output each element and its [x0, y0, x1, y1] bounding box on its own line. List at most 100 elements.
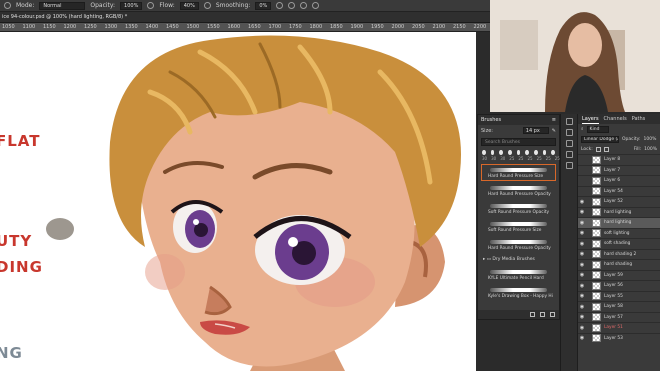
brush-stroke-preview	[490, 288, 547, 292]
pressure-size-icon[interactable]	[300, 2, 308, 9]
layer-name: Layer 56	[604, 283, 623, 289]
layer-row[interactable]: ◉ Layer 58	[578, 301, 660, 312]
brushes-panel-header[interactable]: Brushes ≡	[478, 115, 559, 125]
new-brush-icon[interactable]	[540, 312, 545, 317]
eye-icon[interactable]: ◉	[578, 241, 586, 247]
angle-icon[interactable]	[288, 2, 296, 9]
eye-icon[interactable]: ◉	[578, 199, 586, 205]
preset-size: 30	[491, 156, 497, 161]
brush-preset-dot[interactable]	[499, 150, 504, 155]
panel-menu-icon[interactable]: ≡	[552, 115, 556, 125]
eye-icon[interactable]: ◉	[578, 335, 586, 341]
layer-row[interactable]: ◉ hard lighting	[578, 206, 660, 218]
gear-icon[interactable]	[276, 2, 284, 9]
history-icon[interactable]	[565, 118, 573, 125]
ruler-tick-label: 1500	[186, 24, 200, 30]
eye-icon[interactable]: ◉	[578, 293, 586, 299]
layer-row[interactable]: ◉ Layer 53	[578, 332, 660, 344]
brush-settings-icon[interactable]: ✎	[552, 128, 556, 134]
tab-paths[interactable]: Paths	[632, 114, 646, 124]
lock-position-icon[interactable]	[603, 146, 609, 152]
brush-preset-dot[interactable]	[534, 150, 538, 155]
layer-row[interactable]: ◉ hard shading	[578, 259, 660, 270]
eye-icon[interactable]: ◉	[578, 251, 586, 257]
layers-panel: Layers Channels Paths ⌕ Kind Linear Dodg…	[577, 114, 660, 371]
layer-row[interactable]: ◉ Layer 52	[578, 196, 660, 207]
eye-icon[interactable]: ◉	[578, 304, 586, 310]
document-tab[interactable]: ice 94-colour.psd @ 100% (hard lighting,…	[0, 12, 490, 23]
layer-row[interactable]: ◉ Layer 59	[578, 269, 660, 281]
brush-item-label: Soft Round Pressure Size	[488, 228, 542, 233]
swatches-icon[interactable]	[565, 151, 573, 158]
tab-channels[interactable]: Channels	[604, 114, 627, 124]
brush-item-selected[interactable]: Hard Round Pressure Size	[481, 164, 556, 181]
airbrush-icon[interactable]	[203, 2, 211, 9]
ruler-tick-label: 1950	[371, 24, 384, 30]
layer-row[interactable]: Layer 8	[578, 154, 660, 165]
layer-thumbnail	[592, 176, 601, 185]
layer-row[interactable]: ◉ Layer 56	[578, 280, 660, 291]
layer-row[interactable]: ◉ hard shading 2	[578, 248, 660, 260]
adjustments-icon[interactable]	[565, 140, 573, 147]
lock-pixels-icon[interactable]	[595, 146, 601, 152]
layer-thumbnail	[592, 271, 601, 280]
pressure-opacity-icon[interactable]	[147, 2, 155, 9]
eye-icon[interactable]: ◉	[578, 325, 586, 331]
mode-select[interactable]: Normal	[39, 1, 86, 10]
opacity-label: Opacity:	[90, 2, 116, 9]
smoothing-label: Smoothing:	[215, 2, 251, 9]
layer-row[interactable]: ◉ Layer 55	[578, 290, 660, 302]
eye-icon[interactable]: ◉	[578, 209, 586, 215]
eye-icon[interactable]: ◉	[578, 230, 586, 236]
brush-stroke-preview	[490, 204, 547, 208]
layer-list: Layer 8 Layer 7 Layer 6 Layer 54 ◉ Layer 52 ◉ h…	[578, 154, 660, 343]
opacity-field[interactable]: 100%	[120, 1, 143, 10]
canvas-area[interactable]: FLAT UTY DING NG	[0, 32, 476, 371]
layer-row[interactable]: Layer 7	[578, 164, 660, 176]
tab-layers[interactable]: Layers	[582, 114, 599, 124]
fill-value[interactable]: 100%	[644, 147, 657, 152]
brush-item[interactable]: Hard Round Pressure Opacity	[481, 182, 556, 199]
brush-preset-dot[interactable]	[482, 150, 486, 155]
ruler-tick-label: 1100	[22, 24, 36, 30]
brush-search-input[interactable]: Search Brushes	[481, 138, 556, 146]
canvas-note-lighting: NG	[0, 344, 23, 362]
brush-tool-icon[interactable]	[4, 2, 11, 9]
preset-size: 30	[482, 156, 488, 161]
new-group-icon[interactable]	[530, 312, 535, 317]
smoothing-field[interactable]: 0%	[255, 1, 272, 10]
brushes-panel-title: Brushes	[481, 117, 502, 123]
brush-item[interactable]: Hard Round Pressure Opacity	[481, 236, 556, 253]
eye-icon[interactable]: ◉	[578, 262, 586, 268]
blend-mode-select[interactable]: Linear Dodge (Add)	[581, 135, 619, 143]
layer-row[interactable]: Layer 54	[578, 185, 660, 197]
eye-icon[interactable]: ◉	[578, 272, 586, 278]
flow-field[interactable]: 40%	[179, 1, 199, 10]
eye-icon[interactable]: ◉	[578, 220, 586, 226]
layer-name: Layer 53	[604, 335, 623, 341]
layer-row[interactable]: Layer 6	[578, 175, 660, 186]
trash-icon[interactable]	[550, 312, 555, 317]
symmetry-icon[interactable]	[312, 2, 320, 9]
brush-item[interactable]: Soft Round Pressure Size	[481, 218, 556, 235]
layer-row[interactable]: ◉ soft shading	[578, 238, 660, 249]
properties-icon[interactable]	[565, 129, 573, 136]
layer-opacity-value[interactable]: 100%	[644, 137, 657, 142]
brush-preset-dot[interactable]	[508, 150, 512, 155]
layer-thumbnail	[592, 229, 601, 238]
eye-icon[interactable]: ◉	[578, 314, 586, 320]
size-field[interactable]: 14 px	[522, 127, 549, 134]
brush-item[interactable]: Soft Round Pressure Opacity	[481, 200, 556, 217]
brush-preset-dot[interactable]	[525, 150, 530, 155]
eye-icon[interactable]: ◉	[578, 283, 586, 289]
brush-item[interactable]: Kyle's Drawing Box - Happy Hi	[481, 284, 556, 301]
brush-item[interactable]: KYLE Ultimate Pencil Hard	[481, 266, 556, 283]
brush-stroke-preview	[490, 270, 547, 274]
brush-settings-icon[interactable]	[565, 162, 573, 169]
layer-row[interactable]: ◉ soft lighting	[578, 227, 660, 239]
layer-row[interactable]: ◉ Layer 51	[578, 322, 660, 333]
brush-folder[interactable]: ▸ ▭ Dry Media Brushes	[481, 255, 556, 264]
layer-row[interactable]: ◉ Layer 57	[578, 311, 660, 323]
layer-row[interactable]: ◉ hard lighting	[578, 217, 660, 228]
layer-kind-select[interactable]: Kind	[586, 125, 609, 133]
